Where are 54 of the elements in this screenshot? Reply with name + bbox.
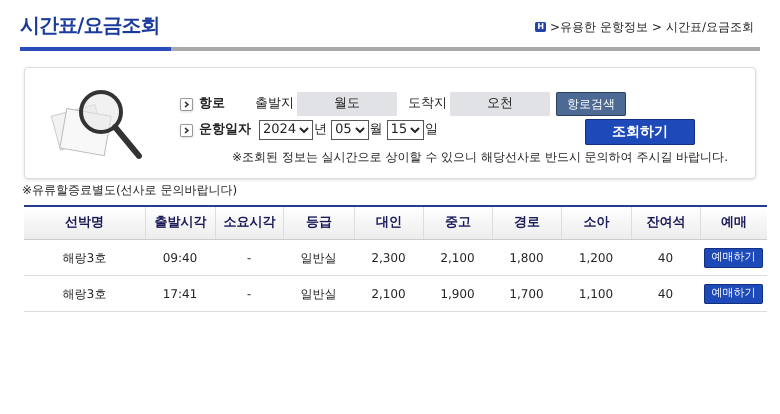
column-header: 등급	[306, 214, 332, 232]
year-unit: 년	[314, 121, 328, 140]
breadcrumb-item[interactable]: >유용한 운항정보	[550, 18, 648, 36]
day-unit: 일	[425, 121, 438, 140]
page-title: 시간표/요금조회	[20, 12, 160, 39]
table-cell-text: 1,200	[578, 250, 614, 266]
route-label: 항로	[199, 95, 226, 114]
table-cell-text: -	[246, 286, 252, 302]
book-button[interactable]: 예매하기	[704, 248, 763, 268]
table-cell-text: 2,300	[371, 250, 406, 266]
day-select[interactable]: 15	[386, 120, 424, 140]
route-search-button[interactable]: 항로검색	[556, 92, 626, 116]
year-select[interactable]: 2024	[259, 120, 314, 140]
table-cell-text: 해랑3호	[62, 250, 106, 266]
column-header: 경로	[514, 214, 540, 232]
submit-button[interactable]: 조회하기	[585, 119, 696, 145]
notice-text: ※조회된 정보는 실시간으로 상이할 수 있으니 해당선사로 반드시 문의하여 주시길 바랍니다.	[232, 149, 728, 166]
fuel-note: ※유류할증료별도(선사로 문의바랍니다)	[22, 183, 238, 197]
arrival-label: 도착지	[408, 95, 447, 114]
table-cell-text: 2,100	[371, 286, 406, 302]
column-header: 잔여석	[646, 214, 686, 232]
column-header: 선박명	[65, 214, 104, 232]
month-unit: 월	[370, 121, 383, 140]
table-cell-text: 1,100	[578, 286, 614, 302]
column-header: 소아	[584, 214, 610, 232]
breadcrumb-item[interactable]: >	[652, 18, 662, 36]
table-cell-text: 40	[658, 250, 674, 266]
column-header: 중고	[445, 214, 471, 232]
book-button[interactable]: 예매하기	[704, 284, 763, 304]
table-cell-text: 40	[658, 286, 674, 302]
departure-field[interactable]: 월도	[297, 92, 397, 116]
table-cell-text: 1,800	[509, 250, 544, 266]
table-cell-text: 2,100	[440, 250, 475, 266]
breadcrumb-item[interactable]: 시간표/요금조회	[666, 18, 754, 36]
chevron-down-icon	[354, 126, 365, 134]
home-badge: H	[535, 22, 546, 32]
column-header: 예매	[721, 214, 747, 232]
arrival-field[interactable]: 오천	[450, 92, 550, 116]
column-header: 출발시각	[154, 214, 206, 232]
month-select[interactable]: 05	[331, 120, 369, 140]
table-cell-text: -	[246, 250, 252, 266]
table-cell-text: 일반실	[300, 250, 336, 266]
chevron-down-icon	[410, 126, 420, 134]
departure-label: 출발지	[255, 95, 294, 114]
date-label: 운항일자	[199, 121, 252, 140]
table-cell-text: 해랑3호	[62, 286, 106, 302]
table-cell-text: 1,900	[440, 286, 475, 302]
chevron-down-icon	[299, 126, 310, 134]
table-cell-text: 09:40	[162, 250, 198, 266]
table-cell-text: 17:41	[162, 286, 198, 302]
table-cell-text: 일반실	[300, 286, 336, 302]
column-header: 대인	[376, 214, 402, 232]
table-cell-text: 1,700	[509, 286, 544, 302]
column-header: 소요시각	[224, 214, 276, 232]
